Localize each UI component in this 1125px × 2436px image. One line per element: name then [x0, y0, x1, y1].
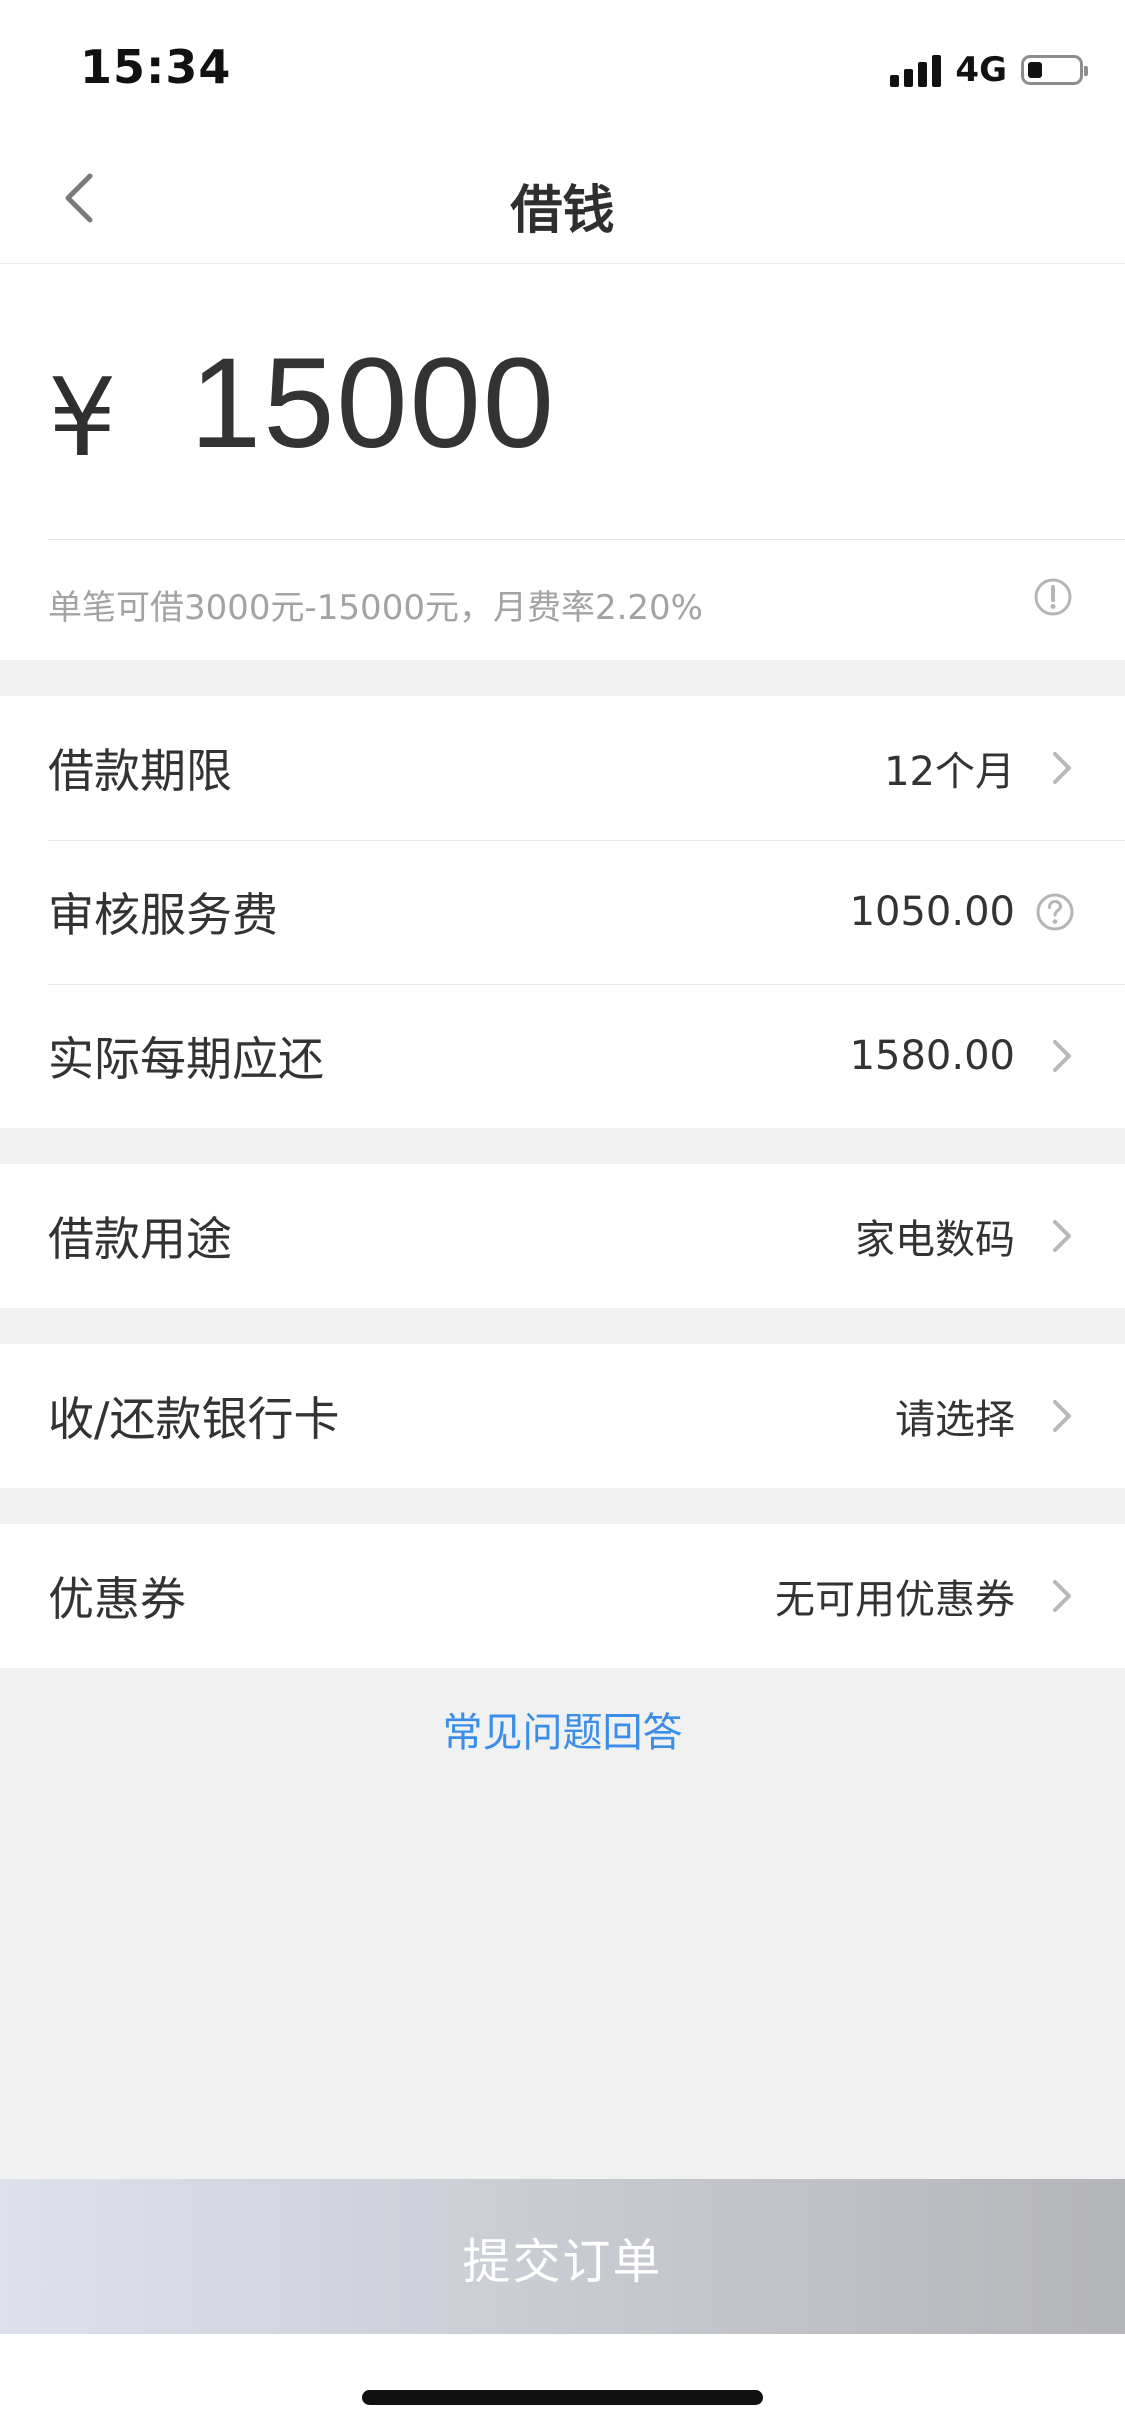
home-area — [0, 2334, 1125, 2436]
purpose-group: 借款用途 家电数码 — [0, 1164, 1125, 1308]
row-value: 无可用优惠券 — [775, 1577, 1015, 1623]
status-indicators: 4G — [890, 48, 1088, 92]
row-loan-term[interactable]: 借款期限 12个月 — [0, 696, 1125, 840]
question-icon[interactable] — [1035, 892, 1075, 932]
amount-input[interactable]: 15000 — [190, 330, 556, 477]
row-label: 实际每期应还 — [48, 1032, 324, 1086]
amount-hint: 单笔可借3000元-15000元，月费率2.20% — [48, 588, 703, 628]
chevron-right-icon — [1053, 1580, 1071, 1612]
row-value: 家电数码 — [855, 1217, 1015, 1263]
faq-link[interactable]: 常见问题回答 — [0, 1700, 1125, 1758]
status-time: 15:34 — [80, 40, 232, 94]
chevron-right-icon — [1053, 1040, 1071, 1072]
row-loan-purpose[interactable]: 借款用途 家电数码 — [0, 1164, 1125, 1308]
submit-order-button[interactable]: 提交订单 — [0, 2179, 1125, 2334]
row-bank-card[interactable]: 收/还款银行卡 请选择 — [0, 1344, 1125, 1488]
row-review-fee: 审核服务费 1050.00 — [0, 840, 1125, 984]
row-label: 优惠券 — [48, 1572, 186, 1626]
chevron-right-icon — [1053, 752, 1071, 784]
chevron-right-icon — [1053, 1220, 1071, 1252]
page-title: 借钱 — [510, 181, 615, 241]
info-icon[interactable] — [1033, 577, 1073, 617]
row-label: 收/还款银行卡 — [48, 1392, 340, 1446]
divider — [48, 539, 1125, 540]
network-label: 4G — [955, 50, 1007, 90]
row-value: 1580.00 — [849, 1033, 1015, 1079]
loan-details-group: 借款期限 12个月 审核服务费 1050.00 实际每期应还 1580.00 — [0, 696, 1125, 1128]
row-label: 借款用途 — [48, 1212, 232, 1266]
nav-bar: 借钱 — [0, 132, 1125, 264]
coupon-group: 优惠券 无可用优惠券 — [0, 1524, 1125, 1668]
amount-section: ¥ 15000 单笔可借3000元-15000元，月费率2.20% — [0, 264, 1125, 660]
row-value: 1050.00 — [849, 889, 1015, 935]
currency-symbol: ¥ — [48, 356, 117, 481]
battery-icon — [1021, 55, 1088, 85]
home-indicator[interactable] — [362, 2390, 763, 2405]
row-label: 借款期限 — [48, 744, 232, 798]
signal-icon — [890, 53, 942, 87]
chevron-right-icon — [1053, 1400, 1071, 1432]
row-installment[interactable]: 实际每期应还 1580.00 — [0, 984, 1125, 1128]
row-value: 12个月 — [884, 749, 1015, 795]
row-coupon[interactable]: 优惠券 无可用优惠券 — [0, 1524, 1125, 1668]
row-value: 请选择 — [895, 1397, 1015, 1443]
bank-card-group: 收/还款银行卡 请选择 — [0, 1344, 1125, 1488]
status-bar: 15:34 4G — [0, 0, 1125, 132]
row-label: 审核服务费 — [48, 888, 278, 942]
